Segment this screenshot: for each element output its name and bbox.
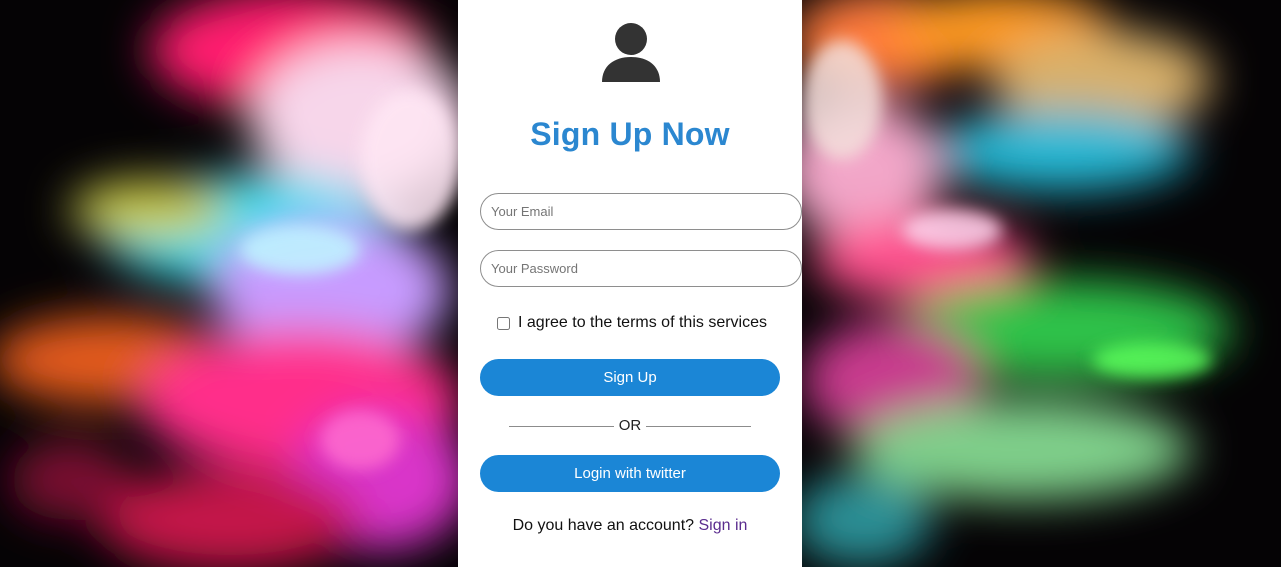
account-prompt: Do you have an account? Sign in — [458, 516, 802, 536]
or-separator: OR — [618, 417, 642, 434]
divider-right — [646, 426, 751, 427]
divider-left — [509, 426, 614, 427]
sign-in-link[interactable]: Sign in — [699, 517, 748, 534]
terms-checkbox[interactable] — [497, 316, 510, 330]
sign-up-button[interactable]: Sign Up — [480, 359, 780, 396]
email-field[interactable] — [480, 193, 802, 230]
page-title: Sign Up Now — [530, 116, 730, 152]
background-image-right — [802, 0, 1281, 567]
account-question: Do you have an account? — [512, 517, 695, 534]
terms-label[interactable]: I agree to the terms of this services — [518, 313, 767, 333]
login-with-twitter-button[interactable]: Login with twitter — [480, 455, 780, 492]
background-image-left — [0, 0, 458, 567]
terms-row: I agree to the terms of this services — [497, 313, 767, 333]
user-avatar-icon — [602, 23, 660, 82]
signup-page: Sign Up Now I agree to the terms of this… — [0, 0, 1281, 567]
signup-panel: Sign Up Now I agree to the terms of this… — [458, 0, 802, 567]
password-field[interactable] — [480, 250, 802, 287]
